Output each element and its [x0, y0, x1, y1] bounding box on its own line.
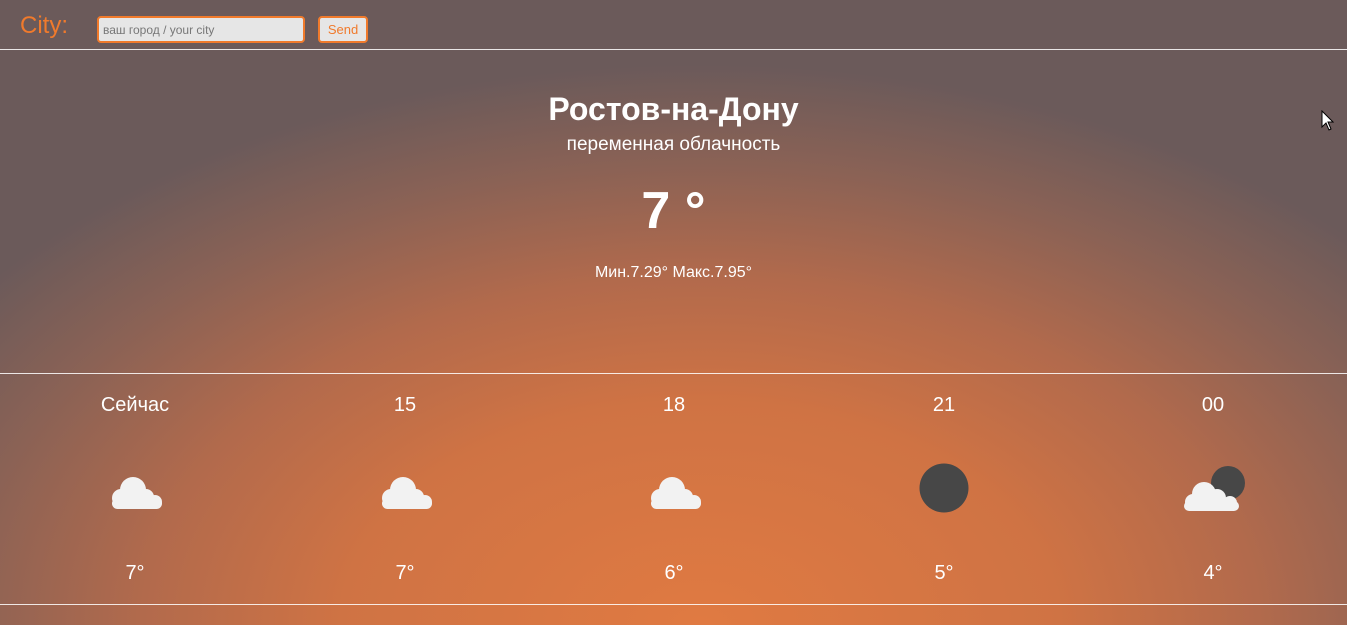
hourly-forecast: Сейчас 7° 15 7° 18 6° 21 5° 00 4° — [0, 374, 1347, 604]
city-search-input[interactable] — [97, 16, 305, 43]
forecast-item-15: 15 7° — [305, 374, 505, 604]
current-weather: Ростов-на-Дону переменная облачность 7 °… — [0, 51, 1347, 373]
min-max-temperature: Мин.7.29° Макс.7.95° — [594, 264, 753, 281]
cloud-icon — [382, 477, 432, 509]
divider — [0, 604, 1347, 605]
send-button[interactable]: Send — [318, 16, 368, 43]
forecast-item-18: 18 6° — [574, 374, 774, 604]
forecast-time: 21 — [932, 394, 956, 416]
cloud-icon — [112, 477, 162, 509]
forecast-time: Сейчас — [100, 394, 170, 416]
moon-icon — [919, 463, 969, 513]
weather-description: переменная облачность — [566, 134, 781, 155]
city-name: Ростов-на-Дону — [548, 91, 799, 127]
forecast-temperature: 7° — [125, 562, 145, 584]
forecast-temperature: 7° — [395, 562, 415, 584]
forecast-item-now: Сейчас 7° — [35, 374, 235, 604]
forecast-item-00: 00 4° — [1113, 374, 1313, 604]
search-bar: City: Send — [0, 0, 1347, 50]
city-label: City: — [20, 12, 68, 39]
forecast-temperature: 4° — [1203, 562, 1223, 584]
forecast-time: 00 — [1201, 394, 1225, 416]
moon-cloud-icon — [1184, 466, 1245, 511]
forecast-item-21: 21 5° — [844, 374, 1044, 604]
mouse-cursor-icon — [1321, 110, 1335, 131]
forecast-time: 15 — [393, 394, 417, 416]
current-temperature: 7 ° — [641, 182, 706, 240]
forecast-temperature: 6° — [664, 562, 684, 584]
forecast-temperature: 5° — [934, 562, 954, 584]
cloud-icon — [651, 477, 701, 509]
forecast-time: 18 — [662, 394, 686, 416]
